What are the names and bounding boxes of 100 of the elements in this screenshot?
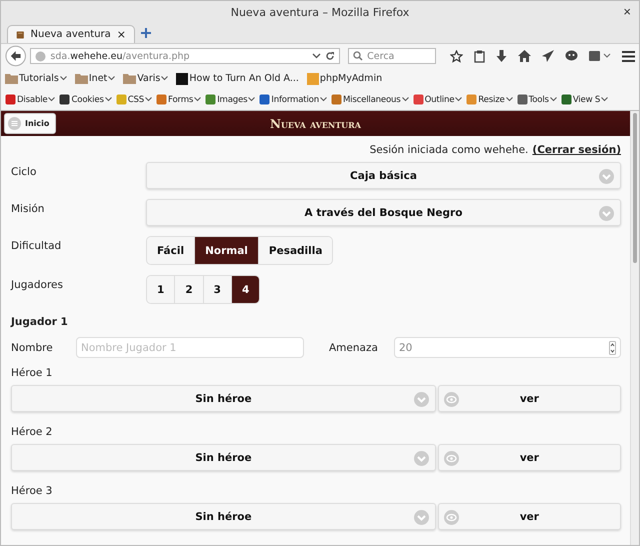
toolbar-menu[interactable]: CSS — [116, 94, 152, 105]
tool-icon — [259, 94, 270, 105]
extension-icon[interactable] — [589, 50, 611, 62]
player-heading: Jugador 1 — [11, 316, 69, 328]
segment-option[interactable]: 4 — [232, 276, 260, 303]
caret-icon — [248, 97, 256, 102]
field-label: Ciclo — [11, 165, 38, 178]
page-icon — [306, 72, 319, 84]
view-button[interactable]: ver — [438, 385, 621, 412]
chevron-icon — [599, 169, 614, 184]
caret-icon — [145, 97, 152, 102]
caret-icon — [194, 97, 202, 102]
toolbar-menu[interactable]: Resize — [466, 94, 513, 105]
select-menu[interactable]: Caja básica — [146, 162, 621, 189]
toolbar-menu[interactable]: Images — [205, 94, 256, 105]
scrollbar[interactable] — [630, 111, 639, 545]
caret-icon — [506, 97, 513, 102]
number-field[interactable]: 20 — [394, 337, 621, 358]
view-button[interactable]: ver — [438, 503, 621, 530]
bookmark-item[interactable]: Inet — [74, 73, 116, 84]
caret-icon — [48, 97, 56, 102]
toolbar-menu[interactable]: Outline — [412, 94, 462, 105]
toolbar-menu[interactable]: Miscellaneous — [330, 94, 409, 105]
field-label: Misión — [11, 202, 46, 215]
tool-icon — [330, 94, 342, 105]
bookmark-item[interactable]: phpMyAdmin — [306, 72, 382, 84]
spinner-icon — [609, 340, 616, 354]
star-icon[interactable] — [450, 50, 463, 62]
folder-icon — [74, 73, 88, 84]
tab-close[interactable]: × — [116, 28, 126, 41]
caret-icon — [402, 97, 409, 102]
logout-link[interactable]: (Cerrar sesión) — [532, 144, 621, 156]
chat-icon[interactable] — [565, 50, 578, 62]
caret-icon — [320, 97, 327, 102]
caret-icon — [455, 97, 462, 102]
chevron-icon — [414, 451, 429, 466]
eye-icon — [444, 510, 459, 525]
select-menu[interactable]: Sin héroe — [11, 385, 436, 412]
window-title: Nueva aventura – Mozilla Firefox — [230, 6, 410, 18]
close-button[interactable]: × — [623, 4, 631, 19]
field-label: Héroe 2 — [11, 426, 54, 438]
chevron-icon — [414, 392, 429, 407]
folder-icon — [5, 73, 18, 84]
select-menu[interactable]: Sin héroe — [11, 444, 436, 471]
tool-icon — [466, 94, 478, 105]
tool-icon — [560, 94, 572, 105]
tool-icon — [412, 94, 424, 105]
browser-tab[interactable]: Nueva aventura × — [7, 25, 135, 43]
field-label: Nombre — [11, 342, 54, 354]
send-icon[interactable] — [542, 50, 554, 62]
toolbar-menu[interactable]: Tools — [516, 94, 557, 105]
caret-icon — [60, 76, 67, 81]
back-icon[interactable] — [5, 45, 26, 67]
field-label: Héroe 3 — [11, 485, 54, 497]
menu-icon[interactable] — [622, 50, 635, 62]
caret-icon — [161, 76, 168, 81]
clipboard-icon[interactable] — [474, 50, 485, 62]
page-icon — [176, 72, 188, 84]
folder-icon — [123, 73, 136, 84]
field-label: Amenaza — [329, 342, 379, 354]
segment-option[interactable]: 1 — [147, 276, 176, 303]
session-text: Sesión iniciada como wehehe. — [370, 144, 528, 156]
bookmark-item[interactable]: How to Turn An Old A... — [176, 72, 299, 84]
plus-icon[interactable] — [141, 28, 151, 38]
tool-icon — [5, 94, 16, 105]
toolbar-menu[interactable]: View S — [560, 94, 608, 105]
caret-icon — [550, 97, 557, 102]
address-field[interactable]: sda.wehehe.eu/aventura.php — [30, 48, 340, 64]
segment-option[interactable]: Normal — [195, 237, 259, 264]
bookmark-item[interactable]: Varis — [123, 73, 168, 84]
eye-icon — [444, 392, 459, 407]
field-label: Dificultad — [11, 239, 62, 252]
field-label: Héroe 1 — [11, 367, 54, 379]
toolbar-menu[interactable]: Cookies — [59, 94, 112, 105]
caret-icon — [601, 97, 608, 102]
tool-icon — [516, 94, 528, 105]
select-menu[interactable]: A través del Bosque Negro — [146, 199, 621, 226]
search-icon — [353, 51, 364, 61]
caret-icon — [104, 97, 112, 102]
segment-option[interactable]: Fácil — [147, 237, 196, 264]
search-field[interactable]: Cerca — [348, 48, 436, 64]
toolbar-menu[interactable]: Disable — [5, 94, 56, 105]
bookmark-item[interactable]: Tutorials — [5, 73, 67, 84]
list-icon — [8, 117, 21, 130]
caret-icon — [108, 76, 116, 81]
reload-icon[interactable] — [325, 51, 336, 61]
home-button[interactable]: Inicio — [4, 113, 56, 134]
dropdown-icon[interactable] — [312, 53, 322, 59]
field-label: Jugadores — [11, 278, 64, 291]
select-menu[interactable]: Sin héroe — [11, 503, 436, 530]
home-icon[interactable] — [518, 50, 531, 62]
chevron-icon — [414, 510, 429, 525]
toolbar-menu[interactable]: Information — [259, 94, 327, 105]
tool-icon — [116, 94, 127, 105]
name-field[interactable]: Nombre Jugador 1 — [76, 337, 304, 358]
tool-icon — [205, 94, 216, 105]
toolbar-menu[interactable]: Forms — [156, 94, 202, 105]
download-icon[interactable] — [496, 50, 507, 62]
tool-icon — [59, 94, 70, 105]
view-button[interactable]: ver — [438, 444, 621, 471]
